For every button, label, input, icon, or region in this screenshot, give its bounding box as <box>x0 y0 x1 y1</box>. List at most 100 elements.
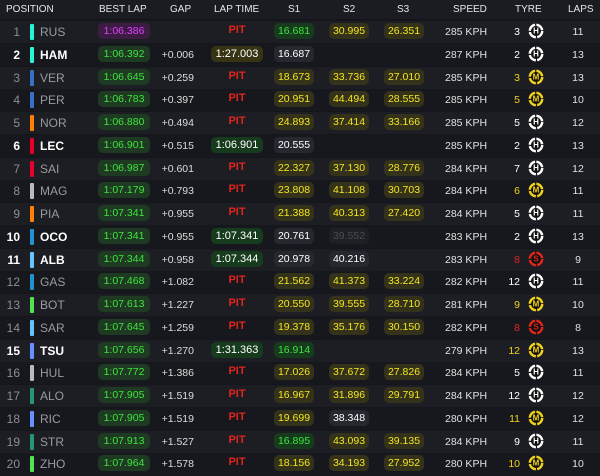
team-color-bar <box>30 319 34 336</box>
header-laps[interactable]: LAPS <box>568 4 594 15</box>
tyre-compound-letter: H <box>533 140 539 149</box>
sector-1-time: 21.562 <box>274 273 314 290</box>
tyre-age: 5 <box>514 94 520 107</box>
table-row[interactable]: 4 PER 1:06.783 +0.397 PIT 20.951 44.494 28.555 2… <box>0 89 600 112</box>
table-row[interactable]: 20 ZHO 1:07.964 +1.578 PIT 18.156 34.193 27.952… <box>0 453 600 476</box>
sector-1-time: 16.895 <box>274 432 314 449</box>
driver-code[interactable]: STR <box>40 435 64 449</box>
gap-to-leader: +0.515 <box>161 139 194 152</box>
table-row[interactable]: 3 VER 1:06.645 +0.259 PIT 18.673 33.736 27.010 2… <box>0 66 600 89</box>
header-gap[interactable]: GAP <box>170 4 191 15</box>
tyre-age: 5 <box>514 208 520 220</box>
driver-code[interactable]: SAI <box>40 162 59 176</box>
best-lap-time: 1:07.344 <box>98 250 150 267</box>
table-row[interactable]: 16 HUL 1:07.772 +1.386 PIT 17.026 37.672 27.826… <box>0 362 600 385</box>
pit-indicator: PIT <box>228 183 246 196</box>
driver-code[interactable]: NOR <box>40 116 67 130</box>
laps-completed: 13 <box>572 344 584 357</box>
sector-2-time: 30.995 <box>329 23 369 39</box>
table-row[interactable]: 15 TSU 1:07.656 +1.270 1:31.363 16.914 279 KPH… <box>0 339 600 362</box>
table-row[interactable]: 19 STR 1:07.913 +1.527 PIT 16.895 43.093 39.135… <box>0 430 600 453</box>
driver-code[interactable]: ZHO <box>40 457 65 471</box>
team-color-bar <box>30 183 34 200</box>
sector-3-time: 33.166 <box>384 114 424 130</box>
table-row[interactable]: 14 SAR 1:07.645 +1.259 PIT 19.378 35.176 30.150… <box>0 316 600 339</box>
position-number: 5 <box>13 116 20 130</box>
sector-2-time: 41.373 <box>329 273 369 290</box>
header-s2[interactable]: S2 <box>343 4 355 15</box>
laps-completed: 8 <box>575 321 581 334</box>
hard-tyre-icon: H <box>528 273 544 289</box>
driver-code[interactable]: HUL <box>40 366 64 380</box>
table-row[interactable]: 11 ALB 1:07.344 +0.958 1:07.344 20.978 40.216 2… <box>0 248 600 271</box>
position-number: 7 <box>13 161 20 176</box>
tyre-age: 8 <box>514 321 520 334</box>
speed-trap: 285 KPH <box>445 117 488 129</box>
tyre-age: 9 <box>514 299 520 311</box>
laps-completed: 11 <box>572 208 584 220</box>
medium-tyre-icon: M <box>528 182 544 198</box>
position-number: 12 <box>6 275 20 290</box>
table-row[interactable]: 12 GAS 1:07.468 +1.082 PIT 21.562 41.373 33.224… <box>0 271 600 294</box>
driver-code[interactable]: PIA <box>40 207 59 221</box>
sector-1-time: 22.327 <box>274 159 314 176</box>
header-s3[interactable]: S3 <box>397 4 409 15</box>
sector-1-time: 21.388 <box>274 205 314 221</box>
header-position[interactable]: POSITION <box>6 4 54 15</box>
laps-completed: 10 <box>572 458 584 471</box>
laps-completed: 13 <box>572 71 584 84</box>
driver-code[interactable]: TSU <box>40 344 64 358</box>
team-color-bar <box>30 274 34 291</box>
table-row[interactable]: 13 BOT 1:07.613 +1.227 PIT 20.550 39.555 28.710… <box>0 294 600 316</box>
header-s1[interactable]: S1 <box>288 4 300 15</box>
driver-code[interactable]: PER <box>40 93 65 107</box>
table-row[interactable]: 9 PIA 1:07.341 +0.955 PIT 21.388 40.313 27.420 2… <box>0 203 600 225</box>
table-row[interactable]: 1 RUS 1:06.386 PIT 16.681 30.995 26.351 285 KPH… <box>0 21 600 43</box>
table-row[interactable]: 10 OCO 1:07.341 +0.955 1:07.341 20.761 39.552 2… <box>0 225 600 248</box>
speed-trap: 285 KPH <box>445 94 488 107</box>
table-row[interactable]: 8 MAG 1:07.179 +0.793 PIT 23.808 41.108 30.703 2… <box>0 180 600 203</box>
driver-code[interactable]: HAM <box>40 48 67 62</box>
best-lap-time: 1:06.783 <box>98 91 150 108</box>
sector-3-time: 33.224 <box>384 273 424 290</box>
table-row[interactable]: 2 HAM 1:06.392 +0.006 1:27.003 16.687 287 KPH 2… <box>0 43 600 66</box>
driver-code[interactable]: ALO <box>40 389 64 403</box>
driver-code[interactable]: ALB <box>40 253 65 267</box>
driver-code[interactable]: BOT <box>40 298 65 312</box>
driver-code[interactable]: LEC <box>40 139 64 153</box>
best-lap-time: 1:06.880 <box>98 114 150 130</box>
pit-indicator: PIT <box>228 456 246 469</box>
table-row[interactable]: 17 ALO 1:07.905 +1.519 PIT 16.967 31.896 29.791… <box>0 385 600 407</box>
table-row[interactable]: 7 SAI 1:06.987 +0.601 PIT 22.327 37.130 28.776 2… <box>0 157 600 180</box>
sector-1-time: 18.673 <box>274 68 314 85</box>
driver-code[interactable]: OCO <box>40 230 67 244</box>
position-number: 13 <box>6 298 20 312</box>
driver-code[interactable]: SAR <box>40 321 65 335</box>
sector-2-time: 35.176 <box>329 318 369 335</box>
driver-code[interactable]: MAG <box>40 184 67 198</box>
table-row[interactable]: 18 RIC 1:07.905 +1.519 PIT 19.699 38.348 280 KP… <box>0 407 600 430</box>
tyre-compound-letter: M <box>533 186 540 195</box>
header-best-lap[interactable]: BEST LAP <box>99 4 147 15</box>
hard-tyre-icon: H <box>528 387 544 403</box>
driver-code[interactable]: RIC <box>40 412 61 426</box>
table-row[interactable]: 6 LEC 1:06.901 +0.515 1:06.901 20.555 285 KPH 2… <box>0 134 600 157</box>
hard-tyre-icon: H <box>528 364 544 380</box>
driver-code[interactable]: VER <box>40 71 65 85</box>
team-color-bar <box>30 365 34 382</box>
speed-trap: 282 KPH <box>445 321 488 334</box>
table-row[interactable]: 5 NOR 1:06.880 +0.494 PIT 24.893 37.414 33.166 2… <box>0 112 600 134</box>
sector-2-time: 37.130 <box>329 159 369 176</box>
sector-3-time: 39.135 <box>384 432 424 449</box>
driver-code[interactable]: RUS <box>40 25 65 39</box>
position-number: 10 <box>6 229 20 244</box>
best-lap-time: 1:07.913 <box>98 432 150 449</box>
header-lap-time[interactable]: LAP TIME <box>214 4 259 15</box>
header-speed[interactable]: SPEED <box>453 4 487 15</box>
driver-code[interactable]: GAS <box>40 275 65 289</box>
gap-to-leader: +1.578 <box>161 458 194 471</box>
tyre-compound-letter: H <box>533 163 539 172</box>
hard-tyre-icon: H <box>528 46 544 62</box>
position-number: 1 <box>13 25 20 39</box>
header-tyre[interactable]: TYRE <box>515 4 542 15</box>
